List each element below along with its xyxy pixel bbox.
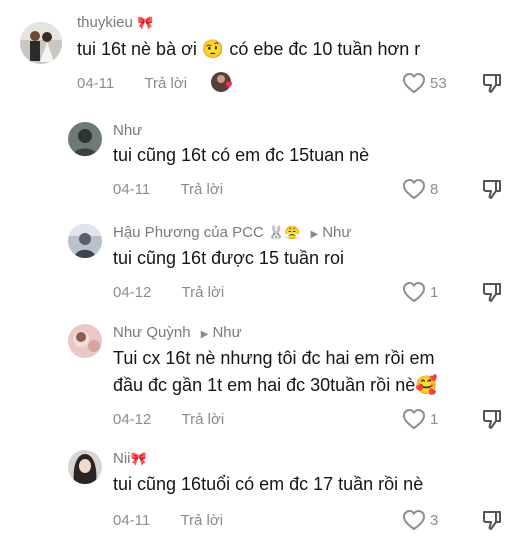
- avatar[interactable]: [68, 122, 102, 156]
- comment-meta: 04-11 Trả lời: [77, 75, 187, 92]
- comment-meta: 04-11 Trả lời: [113, 181, 223, 198]
- dislike-button[interactable]: [481, 72, 503, 99]
- comment-text: tui cũng 16t được 15 tuần roi: [113, 248, 344, 268]
- comment-meta: 04-12 Trả lời: [113, 411, 224, 428]
- comment-username[interactable]: thuykieu 🎀: [77, 14, 153, 31]
- comment-text: Tui cx 16t nè nhưng tôi đc hai em rồi em…: [113, 348, 438, 395]
- bow-emoji: 🎀: [137, 15, 154, 30]
- comment-date: 04-12: [113, 411, 152, 428]
- bow-emoji: 🎀: [130, 451, 147, 466]
- thumbs-down-icon: [483, 410, 501, 429]
- reply-to-username[interactable]: Như: [212, 324, 241, 341]
- like-button[interactable]: 53: [402, 72, 447, 94]
- emoji: 🤨: [201, 39, 225, 59]
- username-text[interactable]: Nii: [113, 450, 131, 467]
- like-count: 1: [430, 283, 439, 301]
- username-text[interactable]: thuykieu: [77, 14, 133, 31]
- thumbs-down-icon: [483, 74, 501, 93]
- reply-button[interactable]: Trả lời: [182, 284, 225, 301]
- dislike-button[interactable]: [481, 408, 503, 435]
- comment-date: 04-11: [113, 181, 151, 198]
- dislike-button[interactable]: [481, 281, 503, 308]
- like-count: 1: [430, 410, 439, 428]
- comment-date: 04-12: [113, 284, 152, 301]
- thumbs-down-icon: [483, 511, 501, 530]
- comment-text: tui 16t nè bà ơi 🤨 có ebe đc 10 tuần hơn…: [77, 39, 421, 59]
- username-text[interactable]: Hậu Phương của PCC: [113, 224, 264, 241]
- like-count: 3: [430, 511, 439, 529]
- thumbs-down-icon: [483, 180, 501, 199]
- reply-button[interactable]: Trả lời: [180, 181, 223, 198]
- reply-button[interactable]: Trả lời: [144, 75, 187, 92]
- like-count: 53: [430, 74, 447, 92]
- heart-icon: [402, 509, 426, 531]
- comment-meta: 04-12 Trả lời: [113, 284, 224, 301]
- like-button[interactable]: 1: [402, 408, 438, 430]
- comment-meta: 04-11 Trả lời: [113, 512, 223, 529]
- heart-icon: [402, 281, 426, 303]
- dislike-button[interactable]: [481, 178, 503, 205]
- avatar[interactable]: [68, 224, 102, 258]
- like-button[interactable]: 1: [402, 281, 438, 303]
- avatar[interactable]: [68, 324, 102, 358]
- dislike-button[interactable]: [481, 509, 503, 536]
- reply-button[interactable]: Trả lời: [182, 411, 225, 428]
- reply-button[interactable]: Trả lời: [180, 512, 223, 529]
- avatar[interactable]: [20, 22, 62, 64]
- like-button[interactable]: 8: [402, 178, 438, 200]
- reply-arrow-icon: ▶: [310, 229, 319, 240]
- comment-date: 04-11: [77, 75, 115, 92]
- comment-username[interactable]: Như Quỳnh ▶ Như: [113, 324, 242, 341]
- username-emoji: 🐰😤: [267, 225, 301, 240]
- comment-date: 04-11: [113, 512, 151, 529]
- heart-icon: [402, 178, 426, 200]
- comment-username[interactable]: Như: [113, 122, 142, 139]
- comment-text: tui cũng 16tuổi có em đc 17 tuần rồi nè: [113, 474, 424, 494]
- like-count: 8: [430, 180, 439, 198]
- comment-text: tui cũng 16t có em đc 15tuan nè: [113, 145, 370, 165]
- like-button[interactable]: 3: [402, 509, 438, 531]
- reply-to-username[interactable]: Như: [322, 224, 351, 241]
- heart-icon: [402, 408, 426, 430]
- emoji: 🥰: [415, 375, 438, 395]
- heart-icon: [402, 72, 426, 94]
- username-text[interactable]: Như Quỳnh: [113, 324, 191, 341]
- username-text[interactable]: Như: [113, 122, 142, 139]
- thumbs-down-icon: [483, 283, 501, 302]
- reply-arrow-icon: ▶: [200, 329, 209, 340]
- avatar[interactable]: [68, 450, 102, 484]
- creator-liked-avatar: [210, 71, 232, 93]
- comment-username[interactable]: Nii🎀: [113, 450, 147, 467]
- comment-username[interactable]: Hậu Phương của PCC 🐰😤 ▶ Như: [113, 224, 351, 241]
